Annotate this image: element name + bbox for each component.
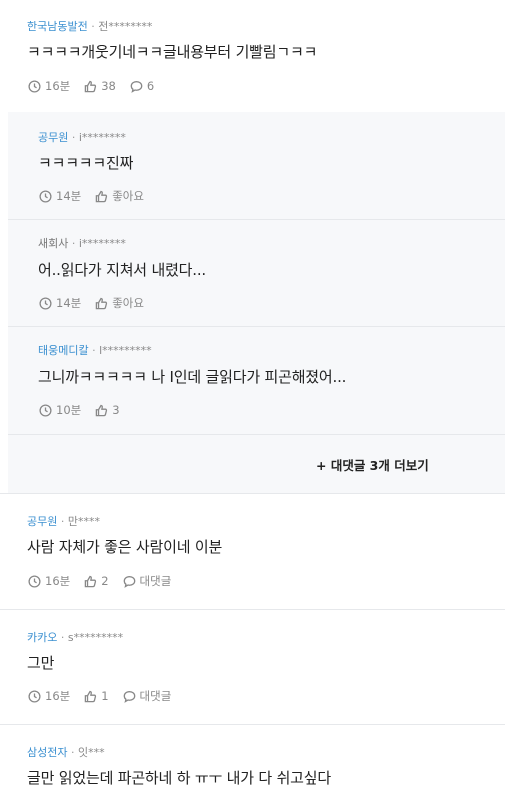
thumbs-up-icon — [84, 80, 97, 92]
comment-item: 한국남동발전 · 전******** ㅋㅋㅋㅋ개웃기네ㅋㅋ글내용부터 기빨림ㄱㅋ… — [0, 0, 505, 112]
more-replies-panel: + 대댓글 3개 더보기 — [8, 435, 505, 493]
user-name: i******** — [78, 131, 126, 144]
reply-item: 새회사 · i******** 어..읽다가 지쳐서 내렸다... 14분 좋아… — [8, 220, 505, 326]
company-name[interactable]: 카카오 — [27, 631, 57, 644]
timestamp: 14분 — [39, 188, 81, 204]
speech-bubble-icon — [123, 690, 135, 703]
thumbs-up-icon — [84, 690, 97, 702]
timestamp: 16분 — [28, 688, 70, 704]
timestamp: 14분 — [39, 295, 81, 311]
comment-meta: 삼성전자 · 잇*** — [27, 746, 105, 760]
comment-meta: 공무원 · 만**** — [27, 515, 100, 529]
reply-actions: 14분 좋아요 — [39, 295, 158, 311]
user-name: l********* — [99, 344, 152, 357]
clock-icon — [28, 79, 41, 93]
comment-text: 그만 — [27, 654, 55, 672]
thumbs-up-icon — [95, 404, 108, 416]
user-name: i******** — [78, 237, 126, 250]
meta-separator: · — [60, 631, 65, 644]
like-button[interactable]: 좋아요 — [95, 295, 144, 311]
clock-icon — [39, 403, 52, 417]
company-name[interactable]: 한국남동발전 — [27, 20, 88, 33]
company-name[interactable]: 태웅메디칼 — [38, 344, 89, 357]
meta-separator: · — [71, 237, 76, 250]
clock-icon — [28, 689, 41, 703]
speech-bubble-icon — [130, 80, 143, 93]
comment-item: 카카오 · s********* 그만 16분 1 대댓글 — [0, 610, 505, 724]
reply-text: 그니까ㅋㅋㅋㅋㅋ 나 I인데 글읽다가 피곤해졌어... — [38, 368, 347, 386]
reply-text: 어..읽다가 지쳐서 내렸다... — [38, 261, 206, 279]
like-button[interactable]: 38 — [84, 79, 116, 93]
company-name[interactable]: 공무원 — [38, 131, 68, 144]
company-name[interactable]: 공무원 — [27, 515, 57, 528]
user-name: 전******** — [98, 20, 153, 33]
meta-separator: · — [71, 131, 76, 144]
timestamp: 16분 — [28, 573, 70, 589]
thumbs-up-icon — [84, 575, 97, 587]
like-button[interactable]: 3 — [95, 403, 120, 417]
comment-item: 삼성전자 · 잇*** 글만 읽었는데 파곤하네 하 ㅠㅜ 내가 다 쉬고싶다 — [0, 725, 505, 786]
meta-separator: · — [70, 746, 75, 759]
comment-meta: 카카오 · s********* — [27, 631, 123, 645]
reply-button[interactable]: 6 — [130, 79, 154, 93]
company-name[interactable]: 새회사 — [38, 237, 68, 250]
like-button[interactable]: 2 — [84, 574, 109, 588]
reply-text: ㅋㅋㅋㅋㅋ진짜 — [38, 154, 134, 172]
speech-bubble-icon — [123, 575, 135, 588]
comment-actions: 16분 2 대댓글 — [28, 573, 185, 589]
user-name: 잇*** — [77, 746, 105, 759]
comment-item: 공무원 · 만**** 사람 자체가 좋은 사람이네 이분 16분 2 대댓글 — [0, 494, 505, 609]
user-name: 만**** — [67, 515, 100, 528]
user-name: s********* — [67, 631, 124, 644]
clock-icon — [39, 189, 52, 203]
timestamp: 16분 — [28, 78, 70, 94]
thumbs-up-icon — [95, 190, 108, 202]
like-button[interactable]: 1 — [84, 689, 109, 703]
more-replies-button[interactable]: + 대댓글 3개 더보기 — [316, 455, 429, 474]
meta-separator: · — [91, 20, 95, 33]
comment-text: 글만 읽었는데 파곤하네 하 ㅠㅜ 내가 다 쉬고싶다 — [27, 769, 331, 786]
comment-actions: 16분 1 대댓글 — [28, 688, 185, 704]
comment-text: 사람 자체가 좋은 사람이네 이분 — [27, 538, 223, 556]
reply-button[interactable]: 대댓글 — [123, 688, 171, 704]
reply-meta: 새회사 · i******** — [38, 237, 126, 251]
comment-text: ㅋㅋㅋㅋ개웃기네ㅋㅋ글내용부터 기빨림ㄱㅋㅋ — [27, 43, 318, 61]
company-name[interactable]: 삼성전자 — [27, 746, 67, 759]
clock-icon — [28, 574, 41, 588]
reply-button[interactable]: 대댓글 — [123, 573, 171, 589]
comment-actions: 16분 38 6 — [28, 78, 168, 94]
reply-item: 공무원 · i******** ㅋㅋㅋㅋㅋ진짜 14분 좋아요 — [8, 112, 505, 219]
reply-actions: 14분 좋아요 — [39, 188, 158, 204]
reply-meta: 공무원 · i******** — [38, 131, 126, 145]
meta-separator: · — [60, 515, 65, 528]
meta-separator: · — [92, 344, 96, 357]
clock-icon — [39, 296, 52, 310]
reply-actions: 10분 3 — [39, 402, 134, 418]
like-button[interactable]: 좋아요 — [95, 188, 144, 204]
comment-meta: 한국남동발전 · 전******** — [27, 20, 152, 34]
thumbs-up-icon — [95, 297, 108, 309]
reply-item: 태웅메디칼 · l********* 그니까ㅋㅋㅋㅋㅋ 나 I인데 글읽다가 피… — [8, 327, 505, 434]
reply-meta: 태웅메디칼 · l********* — [38, 344, 152, 358]
timestamp: 10분 — [39, 402, 81, 418]
